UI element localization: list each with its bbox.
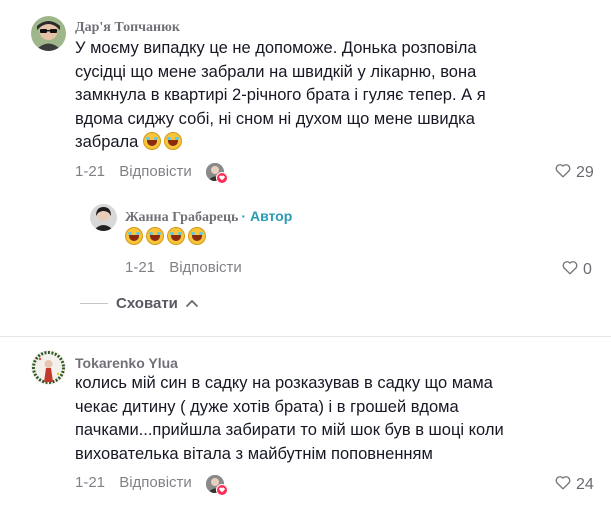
- comment-text-line: колись мій син в садку на розказував в с…: [75, 374, 493, 392]
- reply-button[interactable]: Відповісти: [169, 259, 242, 276]
- creator-liked-avatar: [206, 475, 228, 496]
- comment-divider: [0, 336, 611, 337]
- like-button[interactable]: 24: [555, 475, 594, 495]
- heart-outline-icon: [555, 163, 571, 183]
- avatar[interactable]: [31, 16, 66, 51]
- like-button[interactable]: 0: [562, 260, 592, 280]
- comment-meta: 1-21 Відповісти: [75, 474, 192, 491]
- comment-text-line: У моєму випадку це не допоможе. Донька р…: [75, 39, 477, 57]
- comment-text-line: вихователька вітала з майбутнім поповнен…: [75, 444, 433, 463]
- joy-emoji-icon: [125, 227, 143, 245]
- comment-username[interactable]: Tokarenko Ylua: [75, 355, 178, 371]
- reply-username-text[interactable]: Жанна Грабарець: [125, 210, 238, 225]
- avatar[interactable]: [90, 204, 117, 231]
- rolling-on-floor-laughing-emoji-icon: [142, 132, 161, 151]
- comment-meta: 1-21 Відповісти: [75, 163, 192, 180]
- comment-text-line: забрала: [75, 133, 139, 152]
- comment-text-line: пачками...прийшла забирати то мій шок бу…: [75, 421, 504, 440]
- reply-button[interactable]: Відповісти: [119, 474, 192, 491]
- rolling-on-floor-laughing-emoji-icon: [146, 227, 164, 245]
- like-count: 29: [576, 164, 594, 181]
- avatar[interactable]: [31, 350, 66, 385]
- liked-heart-icon: [216, 172, 228, 184]
- heart-outline-icon: [555, 475, 571, 495]
- comment-date: 1-21: [75, 163, 106, 180]
- heart-outline-icon: [562, 260, 578, 280]
- reply-text: [125, 226, 209, 250]
- comment-text-line: сусідці що мене забрали на швидкій у лік…: [75, 62, 477, 81]
- reply-button[interactable]: Відповісти: [119, 163, 192, 180]
- comment-text-line-with-emoji: забрала: [75, 131, 486, 155]
- reply-username[interactable]: Жанна Грабарець · Автор: [125, 208, 292, 226]
- hide-replies-line: [80, 302, 108, 304]
- comment-date: 1-21: [75, 474, 106, 491]
- reply-date: 1-21: [125, 259, 156, 276]
- rolling-on-floor-laughing-emoji-icon: [167, 227, 185, 245]
- liked-heart-icon: [216, 484, 228, 496]
- rolling-on-floor-laughing-emoji-icon: [188, 227, 206, 245]
- comment-text-line: чекає дитину ( дуже хотів брата) і в гро…: [75, 397, 459, 416]
- reply-meta: 1-21 Відповісти: [125, 259, 242, 276]
- like-button[interactable]: 29: [555, 163, 594, 183]
- like-count: 24: [576, 476, 594, 493]
- like-count: 0: [583, 261, 592, 278]
- rolling-on-floor-laughing-emoji-icon: [163, 132, 182, 151]
- comment-text: колись мій син в садку на розказував в с…: [75, 372, 504, 466]
- comment-text-line: вдома сиджу собі, ні сном ні духом що ме…: [75, 109, 475, 128]
- hide-replies-button[interactable]: Сховати: [80, 294, 198, 312]
- comment-text: У моєму випадку це не допоможе. Донька р…: [75, 37, 486, 155]
- comment-text-line: замкнула в квартирі 2-річного брата і гу…: [75, 86, 486, 105]
- comment-username[interactable]: Дар'я Топчанюк: [75, 20, 180, 36]
- chevron-up-icon: [186, 294, 198, 312]
- hide-replies-label[interactable]: Сховати: [116, 295, 178, 312]
- creator-liked-avatar: [206, 163, 228, 184]
- author-badge: · Автор: [241, 208, 293, 224]
